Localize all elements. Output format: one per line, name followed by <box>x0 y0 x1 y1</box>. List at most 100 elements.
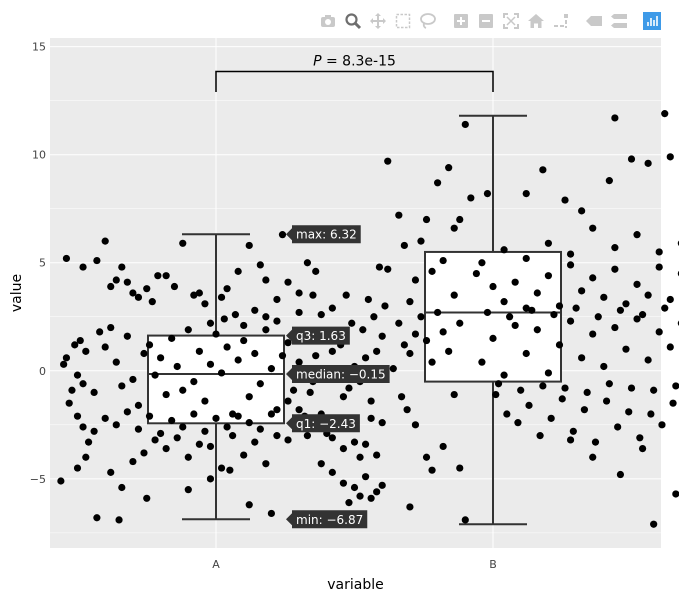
data-point[interactable] <box>256 261 264 269</box>
data-point[interactable] <box>220 315 228 323</box>
spike-lines-button[interactable] <box>552 12 570 30</box>
data-point[interactable] <box>206 475 215 483</box>
data-point[interactable] <box>240 451 248 459</box>
data-point[interactable] <box>522 254 530 263</box>
data-point[interactable] <box>572 304 580 312</box>
data-point[interactable] <box>456 319 464 327</box>
data-point[interactable] <box>616 306 625 314</box>
data-point[interactable] <box>434 179 442 187</box>
data-point[interactable] <box>456 215 464 224</box>
data-point[interactable] <box>611 265 619 273</box>
data-point[interactable] <box>511 321 519 330</box>
data-point[interactable] <box>143 285 151 293</box>
data-point[interactable] <box>303 432 312 440</box>
data-point[interactable] <box>428 267 436 275</box>
data-point[interactable] <box>522 189 530 198</box>
data-point[interactable] <box>170 282 179 291</box>
data-point[interactable] <box>517 386 525 394</box>
data-point[interactable] <box>361 473 370 481</box>
data-point[interactable] <box>312 267 320 275</box>
data-point[interactable] <box>555 302 564 310</box>
data-point[interactable] <box>544 239 553 247</box>
data-point[interactable] <box>245 241 253 250</box>
data-point[interactable] <box>212 330 220 338</box>
data-point[interactable] <box>90 427 98 435</box>
data-point[interactable] <box>672 490 679 498</box>
data-point[interactable] <box>422 453 431 461</box>
data-point[interactable] <box>533 289 541 297</box>
data-point[interactable] <box>669 399 677 407</box>
data-point[interactable] <box>107 468 115 476</box>
data-point[interactable] <box>655 263 663 271</box>
data-point[interactable] <box>611 114 619 122</box>
data-point[interactable] <box>400 241 408 250</box>
data-point[interactable] <box>73 412 82 420</box>
data-point[interactable] <box>450 390 458 399</box>
data-point[interactable] <box>661 304 669 312</box>
data-point[interactable] <box>184 326 192 334</box>
data-point[interactable] <box>82 453 90 461</box>
data-point[interactable] <box>544 272 553 280</box>
data-point[interactable] <box>328 347 336 355</box>
data-point[interactable] <box>143 494 151 502</box>
data-point[interactable] <box>262 276 270 284</box>
data-point[interactable] <box>384 157 392 165</box>
data-point[interactable] <box>514 419 522 427</box>
plotly-logo-button[interactable] <box>643 12 661 30</box>
data-point[interactable] <box>569 427 577 435</box>
data-point[interactable] <box>295 406 303 414</box>
camera-button[interactable] <box>319 12 337 30</box>
data-point[interactable] <box>206 319 215 327</box>
data-point[interactable] <box>428 466 436 474</box>
data-point[interactable] <box>339 479 348 487</box>
data-point[interactable] <box>445 164 453 172</box>
data-point[interactable] <box>655 248 663 256</box>
data-point[interactable] <box>536 432 544 440</box>
data-point[interactable] <box>217 369 226 377</box>
data-point[interactable] <box>223 285 231 293</box>
data-point[interactable] <box>129 289 137 297</box>
data-point[interactable] <box>284 339 292 347</box>
data-point[interactable] <box>145 341 154 349</box>
data-point[interactable] <box>93 256 101 265</box>
data-point[interactable] <box>439 442 447 451</box>
data-point[interactable] <box>589 224 597 232</box>
data-point[interactable] <box>273 317 281 325</box>
data-point[interactable] <box>600 293 608 301</box>
data-point[interactable] <box>439 328 447 336</box>
data-point[interactable] <box>62 254 71 263</box>
data-point[interactable] <box>500 371 508 379</box>
data-point[interactable] <box>378 332 386 340</box>
data-point[interactable] <box>79 263 87 271</box>
data-point[interactable] <box>256 380 264 388</box>
data-point[interactable] <box>622 345 630 353</box>
data-point[interactable] <box>389 365 397 373</box>
data-point[interactable] <box>644 356 652 364</box>
data-point[interactable] <box>317 311 325 319</box>
data-point[interactable] <box>550 311 558 319</box>
data-point[interactable] <box>361 354 370 362</box>
data-point[interactable] <box>162 444 170 453</box>
data-point[interactable] <box>566 436 575 444</box>
data-point[interactable] <box>373 451 381 459</box>
data-point[interactable] <box>478 358 486 366</box>
data-point[interactable] <box>328 468 336 476</box>
data-point[interactable] <box>500 246 508 254</box>
data-point[interactable] <box>395 319 403 327</box>
data-point[interactable] <box>101 343 109 351</box>
data-point[interactable] <box>439 256 447 265</box>
data-point[interactable] <box>148 298 156 306</box>
data-point[interactable] <box>350 483 359 492</box>
data-point[interactable] <box>217 293 226 301</box>
data-point[interactable] <box>611 244 619 252</box>
data-point[interactable] <box>345 384 353 392</box>
data-point[interactable] <box>317 460 325 468</box>
data-point[interactable] <box>483 308 492 317</box>
data-point[interactable] <box>157 354 165 362</box>
data-point[interactable] <box>79 423 87 431</box>
data-point[interactable] <box>348 319 356 327</box>
data-point[interactable] <box>605 380 613 388</box>
data-point[interactable] <box>522 349 530 358</box>
data-point[interactable] <box>411 421 420 429</box>
data-point[interactable] <box>168 334 176 342</box>
